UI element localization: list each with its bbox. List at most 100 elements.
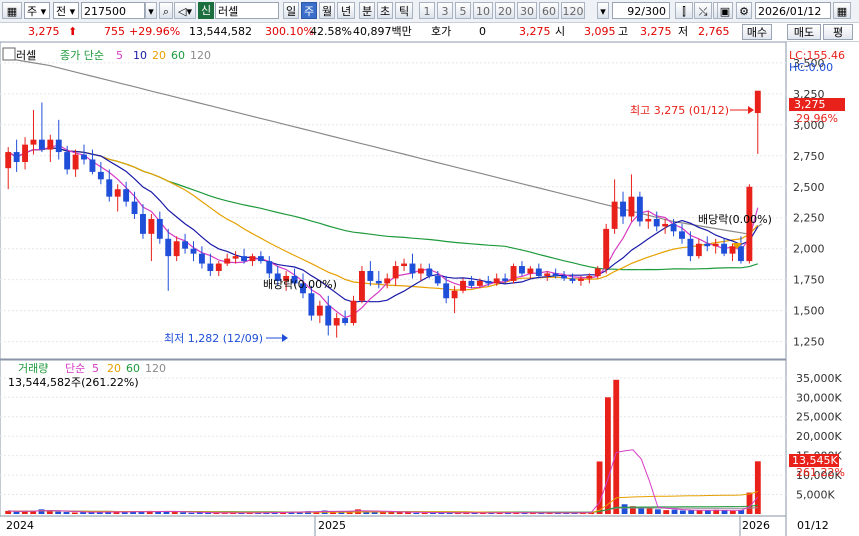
type-select-label: 주	[27, 5, 38, 18]
candle-body	[645, 218, 652, 222]
hoga-label: 호가	[431, 25, 452, 38]
last-pct-tag: 29.96%	[796, 112, 838, 125]
candle-body	[148, 218, 155, 234]
volume-bar	[654, 509, 661, 514]
toolbar: ▦ 주 ▾ 전 ▾ 217500 ▾ ⌕ ◁▾ 신 러셀 일 주 월 년 분 초…	[0, 0, 859, 23]
x-label-2025: 2025	[318, 519, 346, 532]
page-counter[interactable]: 92/300	[612, 2, 670, 19]
candle-body	[47, 139, 54, 150]
eval-button[interactable]: 평	[823, 24, 853, 40]
candle-body	[426, 268, 433, 276]
period-tick[interactable]: 틱	[395, 2, 413, 19]
candle-body	[55, 139, 62, 153]
volume-bar	[13, 511, 20, 514]
last-price-tag: 3,275	[794, 98, 826, 111]
interval-20[interactable]: 20	[495, 2, 515, 19]
stock-code-value: 217500	[84, 5, 126, 18]
volume-tick-label: 20,000K	[796, 430, 842, 443]
sin-badge[interactable]: 신	[198, 2, 214, 19]
type2-select-label: 전	[56, 5, 67, 18]
search-icon[interactable]: ⌕	[159, 2, 173, 19]
type2-select[interactable]: 전 ▾	[53, 2, 79, 19]
candle-body	[729, 246, 736, 254]
price-tick-label: 2,500	[793, 181, 825, 194]
candle-body	[131, 201, 138, 215]
volume-bar	[621, 504, 628, 514]
candle-body	[165, 238, 172, 257]
candle-body	[502, 278, 509, 281]
volume-bar	[679, 510, 686, 514]
volume-bar	[746, 492, 753, 514]
sound-icon[interactable]: ◁▾	[174, 2, 196, 19]
date-field[interactable]: 2026/01/12	[755, 2, 831, 19]
candle-icon[interactable]: ⫿	[675, 2, 693, 19]
type-select[interactable]: 주 ▾	[24, 2, 50, 19]
interval-1[interactable]: 1	[419, 2, 435, 19]
period-minute[interactable]: 분	[359, 2, 375, 19]
candle-body	[409, 263, 416, 274]
price-tick-label: 1,250	[793, 336, 825, 349]
code-dropdown-icon[interactable]: ▾	[145, 2, 157, 19]
ma60-legend: 60	[171, 49, 185, 62]
candle-body	[249, 256, 256, 262]
period-second[interactable]: 초	[377, 2, 393, 19]
candle-body	[81, 154, 87, 160]
candle-body	[333, 318, 340, 326]
candle-body	[266, 261, 273, 274]
interval-3[interactable]: 3	[437, 2, 453, 19]
calendar-icon[interactable]: ▦	[833, 2, 851, 19]
volume-current: 13,544,582주(261.22%)	[8, 376, 139, 389]
candle-body	[577, 278, 584, 281]
volume-bar	[380, 512, 386, 514]
stock-code-input[interactable]: 217500	[81, 2, 145, 19]
candle-body	[241, 256, 247, 262]
candle-body	[544, 273, 551, 276]
candle-body	[182, 241, 189, 249]
candle-body	[476, 280, 483, 286]
candle-body	[38, 139, 45, 150]
volume-bar	[671, 509, 678, 514]
interval-60[interactable]: 60	[539, 2, 559, 19]
volume-tick-label: 35,000K	[796, 372, 842, 385]
interval-10[interactable]: 10	[473, 2, 493, 19]
candle-body	[316, 305, 323, 316]
ma20-legend: 20	[152, 49, 166, 62]
sell-side-button[interactable]: 매도	[787, 24, 821, 40]
current-price: 3,275	[28, 25, 60, 38]
period-week[interactable]: 주	[301, 2, 317, 19]
candle-body	[97, 171, 104, 180]
period-month[interactable]: 월	[319, 2, 335, 19]
high-annotation: 최고 3,275 (01/12)	[630, 104, 729, 117]
volume-bar	[729, 510, 736, 514]
candle-body	[384, 278, 391, 284]
candle-body	[342, 318, 349, 324]
candle-body	[156, 218, 163, 239]
candle-body	[451, 290, 458, 299]
volume-bar	[721, 510, 728, 514]
line-chart-icon[interactable]: ⤯	[694, 2, 712, 19]
interval-5[interactable]: 5	[455, 2, 471, 19]
candle-body	[367, 270, 374, 281]
candle-body	[653, 218, 660, 227]
buy-button[interactable]: 매수	[742, 24, 772, 40]
period-year[interactable]: 년	[337, 2, 355, 19]
period-day[interactable]: 일	[283, 2, 299, 19]
candle-body	[232, 256, 239, 259]
period-dropdown-icon[interactable]: ▾	[597, 2, 609, 19]
grid-toggle-icon[interactable]	[2, 47, 16, 61]
chart-type-icon[interactable]: ▦	[2, 2, 22, 19]
candle-body	[22, 144, 29, 162]
save-icon[interactable]: ▣	[717, 2, 733, 19]
volume-bar	[663, 510, 670, 514]
candle-body	[434, 275, 441, 284]
stock-name-field[interactable]: 러셀	[215, 2, 279, 19]
candle-body	[114, 189, 121, 197]
interval-30[interactable]: 30	[517, 2, 537, 19]
interval-120[interactable]: 120	[561, 2, 585, 19]
volume-bar	[754, 461, 761, 514]
candle-body	[173, 241, 180, 257]
volume-bar	[613, 379, 620, 514]
turnover-rate: 42.58%	[310, 25, 352, 38]
gear-icon[interactable]: ⚙	[736, 2, 752, 19]
volume-bar	[55, 511, 62, 514]
